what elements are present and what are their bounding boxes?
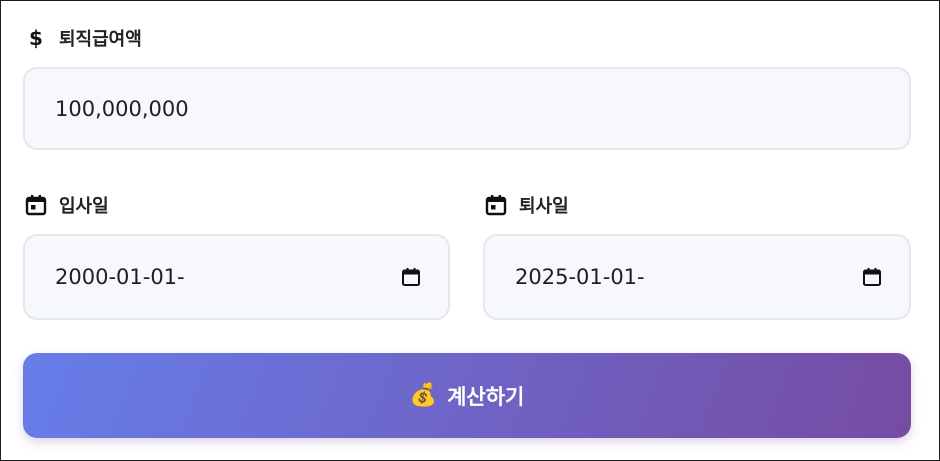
money-bag-icon: 💰 [409, 382, 438, 408]
start-date-input[interactable]: 2000-01-01- [23, 234, 450, 320]
end-date-label-text: 퇴사일 [519, 196, 569, 217]
calculate-button[interactable]: 💰 계산하기 [23, 353, 911, 438]
svg-text:$: $ [29, 27, 43, 49]
calculate-button-label: 계산하기 [447, 384, 525, 409]
amount-value: 100,000,000 [55, 96, 189, 121]
dollar-icon: $ [25, 27, 47, 49]
end-date-input[interactable]: 2025-01-01- [483, 234, 911, 320]
end-date-label: 퇴사일 [485, 192, 569, 218]
start-date-label-text: 입사일 [59, 196, 109, 217]
calendar-icon [25, 194, 47, 216]
start-date-value: 2000-01-01- [55, 265, 185, 289]
end-date-value: 2025-01-01- [515, 265, 645, 289]
end-date-calendar-icon[interactable] [861, 266, 883, 288]
amount-input[interactable]: 100,000,000 [23, 67, 911, 150]
calendar-icon [485, 194, 507, 216]
calculator-panel: $ 퇴직급여액 100,000,000 입사일 2000-01-01- 퇴사일 … [0, 0, 940, 461]
amount-label-text: 퇴직급여액 [59, 29, 142, 50]
amount-label: $ 퇴직급여액 [25, 25, 142, 51]
start-date-label: 입사일 [25, 192, 109, 218]
start-date-calendar-icon[interactable] [400, 266, 422, 288]
